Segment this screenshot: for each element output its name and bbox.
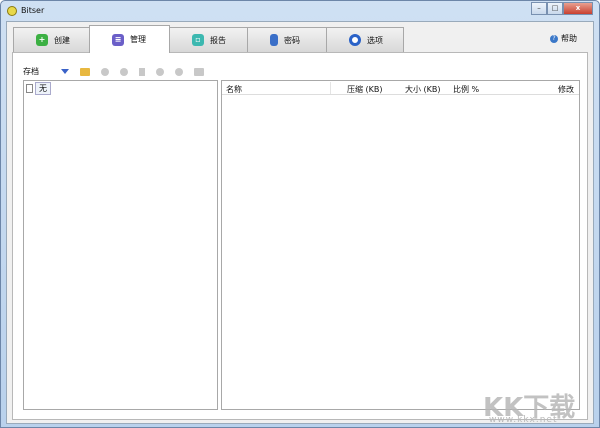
tab-report[interactable]: ▫ 报告: [169, 27, 248, 52]
tab-label: 管理: [130, 35, 146, 44]
column-divider[interactable]: [330, 82, 331, 94]
column-modified[interactable]: 修改: [558, 84, 574, 95]
manage-panel: 存档 无 名称 压缩 (KB) 大小 (KB) 比例 % 修改: [12, 52, 588, 420]
help-label: 帮助: [561, 34, 577, 43]
app-window: Bitser – □ x + 创建 ≡ 管理 ▫ 报告 密码 选项 ? 帮助 存…: [0, 0, 600, 428]
close-button[interactable]: x: [563, 2, 593, 15]
column-compressed[interactable]: 压缩 (KB): [347, 84, 383, 95]
toolbar: 存档: [23, 66, 215, 77]
info-icon[interactable]: [175, 67, 183, 76]
dropdown-arrow-icon[interactable]: [61, 69, 69, 74]
remove-icon[interactable]: [120, 67, 128, 76]
archive-tree[interactable]: 无: [23, 80, 218, 410]
window-icon[interactable]: [194, 67, 204, 76]
help-icon: ?: [550, 34, 558, 43]
add-icon[interactable]: [101, 67, 109, 76]
window-title: Bitser: [21, 6, 45, 15]
title-bar: Bitser – □ x: [1, 1, 599, 21]
open-folder-icon[interactable]: [80, 67, 90, 76]
column-ratio[interactable]: 比例 %: [453, 84, 479, 95]
lightning-icon[interactable]: [139, 67, 145, 76]
options-icon: [349, 34, 361, 46]
tab-options[interactable]: 选项: [326, 27, 404, 52]
watermark-url: www.kkx.net: [489, 415, 558, 425]
tab-label: 密码: [284, 35, 300, 45]
tab-label: 选项: [367, 35, 383, 45]
stop-icon[interactable]: [156, 67, 164, 76]
report-icon: ▫: [192, 34, 204, 46]
file-list[interactable]: 名称 压缩 (KB) 大小 (KB) 比例 % 修改: [221, 80, 580, 410]
tab-label: 创建: [54, 35, 70, 45]
tab-create[interactable]: + 创建: [13, 27, 90, 52]
column-name[interactable]: 名称: [226, 84, 242, 95]
help-button[interactable]: ? 帮助: [550, 33, 577, 44]
archive-label: 存档: [23, 67, 39, 76]
key-icon: [270, 34, 278, 46]
tree-item-label: 无: [35, 82, 51, 95]
maximize-button[interactable]: □: [547, 2, 563, 15]
table-header: 名称 压缩 (KB) 大小 (KB) 比例 % 修改: [222, 81, 579, 95]
manage-icon: ≡: [112, 33, 124, 46]
app-icon: [7, 6, 17, 16]
file-icon: [26, 84, 33, 93]
tab-label: 报告: [210, 35, 226, 45]
client-area: + 创建 ≡ 管理 ▫ 报告 密码 选项 ? 帮助 存档 无 名称 压缩 (KB: [6, 21, 594, 424]
column-size[interactable]: 大小 (KB): [405, 84, 441, 95]
tab-password[interactable]: 密码: [247, 27, 327, 52]
minimize-button[interactable]: –: [531, 2, 547, 15]
tree-item[interactable]: 无: [26, 82, 51, 95]
plus-icon: +: [36, 34, 48, 46]
tab-manage[interactable]: ≡ 管理: [89, 25, 170, 53]
